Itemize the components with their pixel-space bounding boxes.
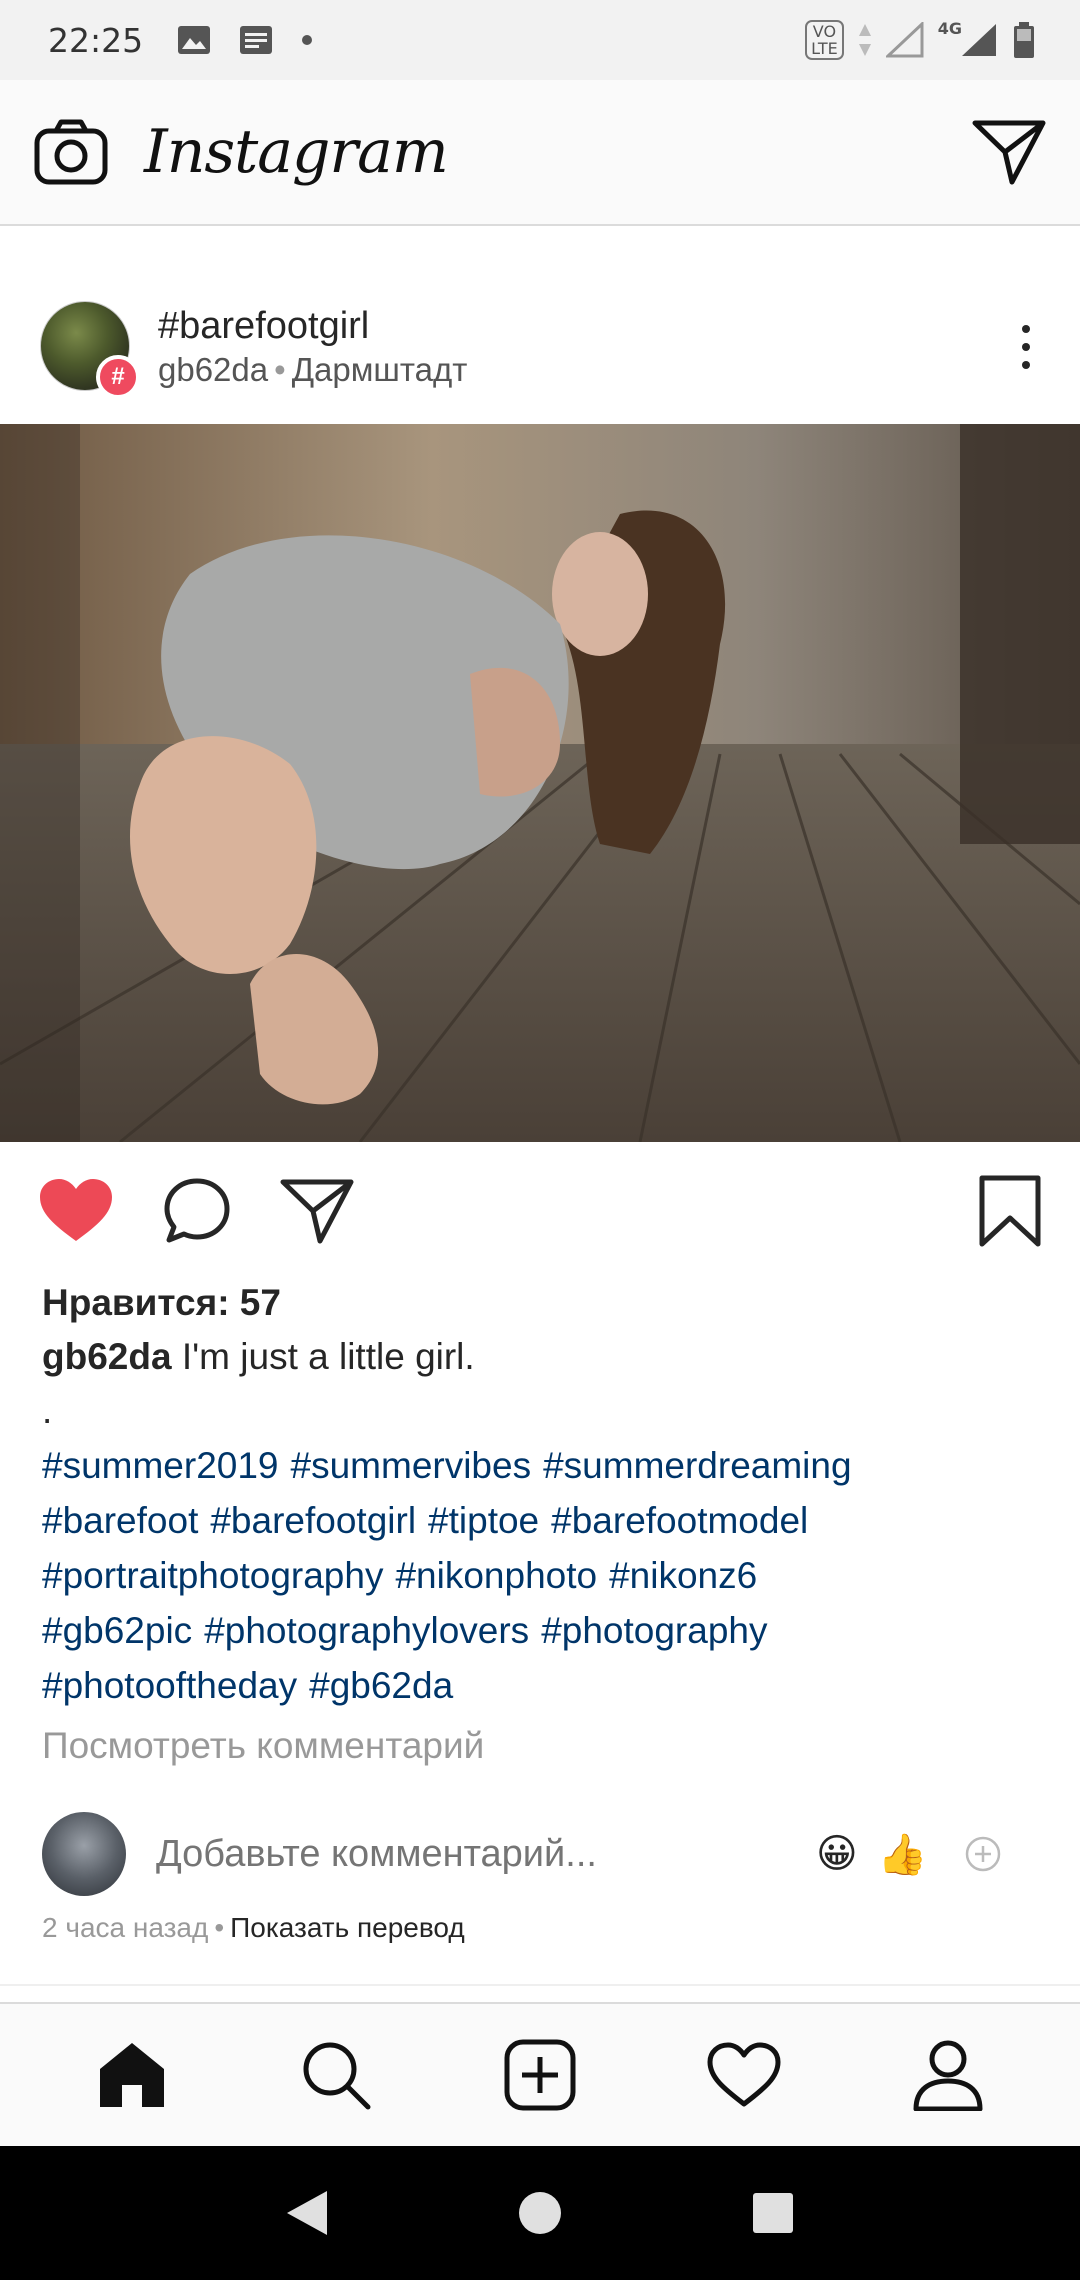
caption-username[interactable]: gb62da — [42, 1336, 172, 1377]
post-action-bar — [0, 1156, 1080, 1266]
nav-search[interactable] — [286, 2039, 386, 2111]
home-circle-icon[interactable] — [516, 2189, 564, 2237]
post-username[interactable]: gb62da — [158, 351, 268, 388]
post-header: # #barefootgirl gb62da • Дармштадт — [0, 282, 1080, 412]
post-subtitle: gb62da • Дармштадт — [158, 349, 467, 391]
home-icon — [100, 2043, 164, 2107]
volte-icon: VO LTE — [805, 20, 844, 60]
view-comments-link[interactable]: Посмотреть комментарий — [42, 1719, 1052, 1773]
caption-dot-line: . — [42, 1390, 53, 1431]
post-time-ago: 2 часа назад — [42, 1912, 209, 1943]
profile-icon — [913, 2040, 983, 2111]
add-emoji-icon[interactable] — [964, 1835, 1002, 1873]
nav-home[interactable] — [82, 2039, 182, 2111]
post-location[interactable]: Дармштадт — [292, 351, 468, 388]
comment-icon[interactable] — [162, 1176, 232, 1246]
post-time-row: 2 часа назад • Показать перевод — [42, 1908, 465, 1948]
camera-icon[interactable] — [34, 119, 108, 185]
hashtag-link[interactable]: #summerdreaming — [543, 1445, 851, 1486]
hashtag-link[interactable]: #gb62da — [309, 1665, 453, 1706]
hashtag-link[interactable]: #tiptoe — [428, 1500, 539, 1541]
post-hashtag-title[interactable]: #barefootgirl — [158, 303, 467, 349]
hashtag-link[interactable]: #barefootmodel — [551, 1500, 808, 1541]
thumbs-up-emoji-button[interactable]: 👍 — [878, 1831, 928, 1878]
image-notification-icon — [178, 26, 211, 54]
battery-icon — [1014, 22, 1034, 58]
nav-new-post[interactable] — [490, 2039, 590, 2111]
hashtag-link[interactable]: #photooftheday — [42, 1665, 297, 1706]
heart-outline-icon — [707, 2042, 781, 2107]
like-heart-icon[interactable] — [38, 1177, 114, 1245]
instagram-logo: Instagram — [144, 117, 449, 187]
back-icon[interactable] — [283, 2187, 331, 2239]
status-time: 22:25 — [48, 20, 144, 60]
search-icon — [303, 2042, 371, 2110]
app-header: Instagram — [0, 80, 1080, 226]
status-bar: 22:25 VO LTE 4G — [0, 0, 1080, 80]
show-translation-link[interactable]: Показать перевод — [230, 1912, 465, 1943]
hashtag-link[interactable]: #summervibes — [291, 1445, 532, 1486]
share-icon[interactable] — [280, 1178, 354, 1244]
time-separator: • — [214, 1912, 225, 1943]
bookmark-icon[interactable] — [978, 1174, 1042, 1248]
post-divider — [0, 1984, 1080, 1986]
grinning-emoji-button[interactable]: 😀 — [816, 1831, 858, 1877]
my-avatar — [42, 1812, 126, 1896]
nav-profile[interactable] — [898, 2039, 998, 2111]
network-type: 4G — [937, 18, 962, 38]
signal-sim2-icon — [962, 24, 996, 56]
photo-illustration — [0, 424, 1080, 1142]
likes-count[interactable]: Нравится: 57 — [42, 1276, 1052, 1330]
data-arrows-icon — [858, 24, 871, 56]
hashtag-link[interactable]: #photography — [541, 1610, 767, 1651]
caption-text: gb62da I'm just a little girl. . — [42, 1330, 1052, 1438]
hashtag-link[interactable]: #gb62pic — [42, 1610, 192, 1651]
post-meta: #barefootgirl gb62da • Дармштадт — [158, 303, 467, 391]
post-avatar[interactable]: # — [40, 301, 140, 399]
message-notification-icon — [240, 26, 273, 54]
meta-separator: • — [274, 351, 286, 388]
system-navigation-bar — [0, 2146, 1080, 2280]
status-right-icons: VO LTE 4G — [805, 18, 1036, 60]
add-comment-row: 😀 👍 — [42, 1812, 1042, 1896]
hashtag-link[interactable]: #summer2019 — [42, 1445, 279, 1486]
recents-icon[interactable] — [749, 2189, 797, 2237]
hashtag-link[interactable]: #portraitphotography — [42, 1555, 383, 1596]
add-post-icon — [504, 2039, 576, 2111]
hashtag-list: #summer2019 #summervibes #summerdreaming #… — [42, 1438, 1052, 1713]
bottom-navigation — [0, 2004, 1080, 2146]
status-notification-icons — [177, 25, 313, 55]
signal-sim1-icon — [885, 22, 924, 58]
hashtag-badge-icon: # — [96, 355, 140, 399]
comment-input[interactable] — [156, 1832, 796, 1876]
more-notifications-dot-icon — [302, 35, 313, 45]
caption-body: I'm just a little girl. — [181, 1336, 475, 1377]
hashtag-link[interactable]: #photographylovers — [204, 1610, 529, 1651]
hashtag-link[interactable]: #barefoot — [42, 1500, 198, 1541]
direct-message-icon[interactable] — [972, 119, 1046, 185]
hashtag-link[interactable]: #nikonz6 — [609, 1555, 757, 1596]
post-photo[interactable] — [0, 424, 1080, 1142]
hashtag-link[interactable]: #nikonphoto — [395, 1555, 597, 1596]
caption-area: Нравится: 57 gb62da I'm just a little gi… — [42, 1276, 1052, 1773]
hashtag-link[interactable]: #barefootgirl — [210, 1500, 416, 1541]
nav-activity[interactable] — [694, 2042, 794, 2108]
more-options-icon[interactable] — [1012, 315, 1040, 379]
